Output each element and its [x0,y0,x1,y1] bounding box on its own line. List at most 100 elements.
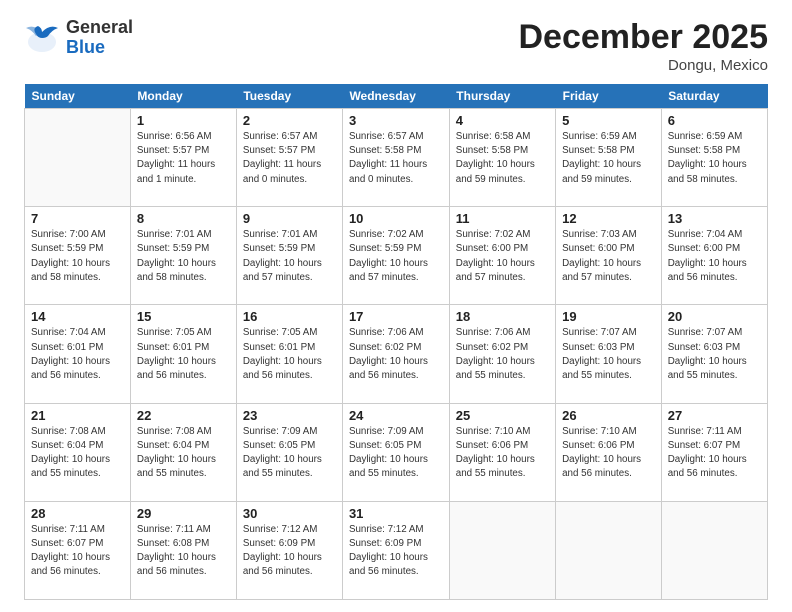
day-number: 12 [562,211,655,226]
header: General Blue December 2025 Dongu, Mexico [24,18,768,74]
day-number: 22 [137,408,230,423]
day-info: Sunrise: 7:07 AM Sunset: 6:03 PM Dayligh… [668,326,761,383]
day-info: Sunrise: 7:09 AM Sunset: 6:05 PM Dayligh… [349,425,443,482]
calendar: SundayMondayTuesdayWednesdayThursdayFrid… [24,84,768,600]
day-number: 28 [31,506,124,521]
day-cell: 24 Sunrise: 7:09 AM Sunset: 6:05 PM Dayli… [342,403,449,501]
day-info: Sunrise: 7:12 AM Sunset: 6:09 PM Dayligh… [243,523,336,580]
day-info: Sunrise: 6:57 AM Sunset: 5:57 PM Dayligh… [243,130,336,187]
day-info: Sunrise: 7:10 AM Sunset: 6:06 PM Dayligh… [456,425,549,482]
day-number: 7 [31,211,124,226]
day-info: Sunrise: 7:01 AM Sunset: 5:59 PM Dayligh… [137,228,230,285]
day-info: Sunrise: 7:09 AM Sunset: 6:05 PM Dayligh… [243,425,336,482]
day-number: 15 [137,309,230,324]
weekday-header-row: SundayMondayTuesdayWednesdayThursdayFrid… [25,84,768,109]
location: Dongu, Mexico [518,57,768,74]
logo-blue: Blue [66,38,133,58]
logo-general: General [66,18,133,38]
day-cell [25,109,131,207]
day-number: 6 [668,113,761,128]
day-number: 1 [137,113,230,128]
weekday-header-friday: Friday [556,84,662,109]
day-info: Sunrise: 7:08 AM Sunset: 6:04 PM Dayligh… [137,425,230,482]
day-cell: 11 Sunrise: 7:02 AM Sunset: 6:00 PM Dayli… [449,207,555,305]
day-number: 29 [137,506,230,521]
day-cell: 29 Sunrise: 7:11 AM Sunset: 6:08 PM Dayli… [130,501,236,599]
day-number: 11 [456,211,549,226]
day-info: Sunrise: 7:02 AM Sunset: 6:00 PM Dayligh… [456,228,549,285]
weekday-header-thursday: Thursday [449,84,555,109]
day-cell: 31 Sunrise: 7:12 AM Sunset: 6:09 PM Dayli… [342,501,449,599]
day-cell [661,501,767,599]
day-number: 19 [562,309,655,324]
day-cell: 15 Sunrise: 7:05 AM Sunset: 6:01 PM Dayli… [130,305,236,403]
day-number: 27 [668,408,761,423]
day-number: 21 [31,408,124,423]
day-cell: 16Sunrise: 7:05 AM Sunset: 6:01 PM Dayli… [236,305,342,403]
day-number: 20 [668,309,761,324]
day-cell [449,501,555,599]
day-info: Sunrise: 7:06 AM Sunset: 6:02 PM Dayligh… [456,326,549,383]
day-number: 4 [456,113,549,128]
logo: General Blue [24,18,133,58]
day-cell: 8 Sunrise: 7:01 AM Sunset: 5:59 PM Daylig… [130,207,236,305]
day-number: 10 [349,211,443,226]
day-cell: 23 Sunrise: 7:09 AM Sunset: 6:05 PM Dayli… [236,403,342,501]
day-cell: 21 Sunrise: 7:08 AM Sunset: 6:04 PM Dayli… [25,403,131,501]
day-info: Sunrise: 7:05 AM Sunset: 6:01 PM Dayligh… [137,326,230,383]
day-info: Sunrise: 7:12 AM Sunset: 6:09 PM Dayligh… [349,523,443,580]
page: General Blue December 2025 Dongu, Mexico… [0,0,792,612]
month-title: December 2025 [518,18,768,57]
day-cell: 19 Sunrise: 7:07 AM Sunset: 6:03 PM Dayli… [556,305,662,403]
day-cell: 12 Sunrise: 7:03 AM Sunset: 6:00 PM Dayli… [556,207,662,305]
day-cell: 2 Sunrise: 6:57 AM Sunset: 5:57 PM Daylig… [236,109,342,207]
week-row-2: 7Sunrise: 7:00 AM Sunset: 5:59 PM Daylig… [25,207,768,305]
day-cell: 25 Sunrise: 7:10 AM Sunset: 6:06 PM Dayli… [449,403,555,501]
day-cell: 6 Sunrise: 6:59 AM Sunset: 5:58 PM Daylig… [661,109,767,207]
day-info: Sunrise: 6:56 AM Sunset: 5:57 PM Dayligh… [137,130,230,187]
weekday-header-sunday: Sunday [25,84,131,109]
day-number: 31 [349,506,443,521]
day-number: 2 [243,113,336,128]
day-info: Sunrise: 7:07 AM Sunset: 6:03 PM Dayligh… [562,326,655,383]
day-number: 13 [668,211,761,226]
day-number: 5 [562,113,655,128]
day-info: Sunrise: 7:01 AM Sunset: 5:59 PM Dayligh… [243,228,336,285]
day-info: Sunrise: 7:03 AM Sunset: 6:00 PM Dayligh… [562,228,655,285]
day-cell: 28 Sunrise: 7:11 AM Sunset: 6:07 PM Dayli… [25,501,131,599]
day-info: Sunrise: 6:58 AM Sunset: 5:58 PM Dayligh… [456,130,549,187]
day-number: 25 [456,408,549,423]
day-number: 30 [243,506,336,521]
day-info: Sunrise: 6:57 AM Sunset: 5:58 PM Dayligh… [349,130,443,187]
day-number: 8 [137,211,230,226]
title-block: December 2025 Dongu, Mexico [518,18,768,74]
day-number: 14 [31,309,124,324]
day-cell: 20 Sunrise: 7:07 AM Sunset: 6:03 PM Dayli… [661,305,767,403]
day-info: Sunrise: 7:11 AM Sunset: 6:07 PM Dayligh… [31,523,124,580]
day-cell: 17 Sunrise: 7:06 AM Sunset: 6:02 PM Dayli… [342,305,449,403]
day-cell: 14Sunrise: 7:04 AM Sunset: 6:01 PM Dayli… [25,305,131,403]
day-number: 17 [349,309,443,324]
day-info: Sunrise: 7:02 AM Sunset: 5:59 PM Dayligh… [349,228,443,285]
day-cell: 5 Sunrise: 6:59 AM Sunset: 5:58 PM Daylig… [556,109,662,207]
week-row-4: 21 Sunrise: 7:08 AM Sunset: 6:04 PM Dayli… [25,403,768,501]
day-number: 24 [349,408,443,423]
day-info: Sunrise: 6:59 AM Sunset: 5:58 PM Dayligh… [562,130,655,187]
day-info: Sunrise: 7:11 AM Sunset: 6:07 PM Dayligh… [668,425,761,482]
day-cell: 13 Sunrise: 7:04 AM Sunset: 6:00 PM Dayli… [661,207,767,305]
day-cell: 9Sunrise: 7:01 AM Sunset: 5:59 PM Daylig… [236,207,342,305]
logo-icon [24,20,60,56]
day-number: 26 [562,408,655,423]
day-info: Sunrise: 7:08 AM Sunset: 6:04 PM Dayligh… [31,425,124,482]
day-cell: 26Sunrise: 7:10 AM Sunset: 6:06 PM Dayli… [556,403,662,501]
day-info: Sunrise: 7:11 AM Sunset: 6:08 PM Dayligh… [137,523,230,580]
day-info: Sunrise: 7:04 AM Sunset: 6:00 PM Dayligh… [668,228,761,285]
day-info: Sunrise: 7:06 AM Sunset: 6:02 PM Dayligh… [349,326,443,383]
week-row-3: 14Sunrise: 7:04 AM Sunset: 6:01 PM Dayli… [25,305,768,403]
day-number: 23 [243,408,336,423]
weekday-header-monday: Monday [130,84,236,109]
weekday-header-wednesday: Wednesday [342,84,449,109]
day-info: Sunrise: 6:59 AM Sunset: 5:58 PM Dayligh… [668,130,761,187]
day-cell: 22 Sunrise: 7:08 AM Sunset: 6:04 PM Dayli… [130,403,236,501]
day-cell: 7Sunrise: 7:00 AM Sunset: 5:59 PM Daylig… [25,207,131,305]
